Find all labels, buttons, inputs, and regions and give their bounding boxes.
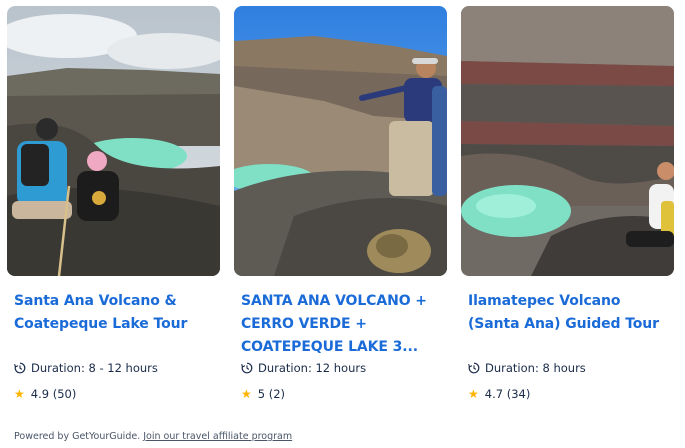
rating-text: 4.7 (34) (484, 387, 531, 401)
activity-card-2[interactable]: SANTA ANA VOLCANO + CERRO VERDE + COATEP… (234, 6, 447, 410)
footer: Powered by GetYourGuide. Join our travel… (14, 431, 292, 442)
activity-photo-2 (234, 6, 447, 276)
star-icon: ★ (468, 387, 479, 401)
activity-card-3[interactable]: Ilamatepec Volcano (Santa Ana) Guided To… (461, 6, 674, 410)
activity-card-1[interactable]: Santa Ana Volcano & Coatepeque Lake Tour… (7, 6, 220, 410)
activity-rating-1: ★ 4.9 (50) (14, 387, 76, 401)
duration-text: Duration: 8 - 12 hours (31, 361, 158, 375)
activity-image-2[interactable] (234, 6, 447, 276)
star-icon: ★ (14, 387, 25, 401)
activity-image-3[interactable] (461, 6, 674, 276)
rating-text: 5 (2) (257, 387, 286, 401)
affiliate-program-link[interactable]: Join our travel affiliate program (143, 431, 292, 442)
activity-photo-1 (7, 6, 220, 276)
powered-by-text: Powered by GetYourGuide. (14, 431, 141, 442)
activity-duration-3: Duration: 8 hours (468, 361, 586, 375)
activity-duration-2: Duration: 12 hours (241, 361, 366, 375)
duration-text: Duration: 8 hours (485, 361, 586, 375)
activity-rating-2: ★ 5 (2) (241, 387, 285, 401)
activity-title-1[interactable]: Santa Ana Volcano & Coatepeque Lake Tour (14, 290, 219, 336)
activity-cards: Santa Ana Volcano & Coatepeque Lake Tour… (7, 6, 674, 410)
activity-image-1[interactable] (7, 6, 220, 276)
activity-title-3[interactable]: Ilamatepec Volcano (Santa Ana) Guided To… (468, 290, 673, 336)
duration-text: Duration: 12 hours (258, 361, 367, 375)
activity-duration-1: Duration: 8 - 12 hours (14, 361, 158, 375)
duration-clock-icon (241, 362, 253, 374)
duration-clock-icon (468, 362, 480, 374)
star-icon: ★ (241, 387, 252, 401)
activity-title-2[interactable]: SANTA ANA VOLCANO + CERRO VERDE + COATEP… (241, 290, 446, 359)
activity-rating-3: ★ 4.7 (34) (468, 387, 530, 401)
activity-photo-3 (461, 6, 674, 276)
duration-clock-icon (14, 362, 26, 374)
rating-text: 4.9 (50) (30, 387, 77, 401)
